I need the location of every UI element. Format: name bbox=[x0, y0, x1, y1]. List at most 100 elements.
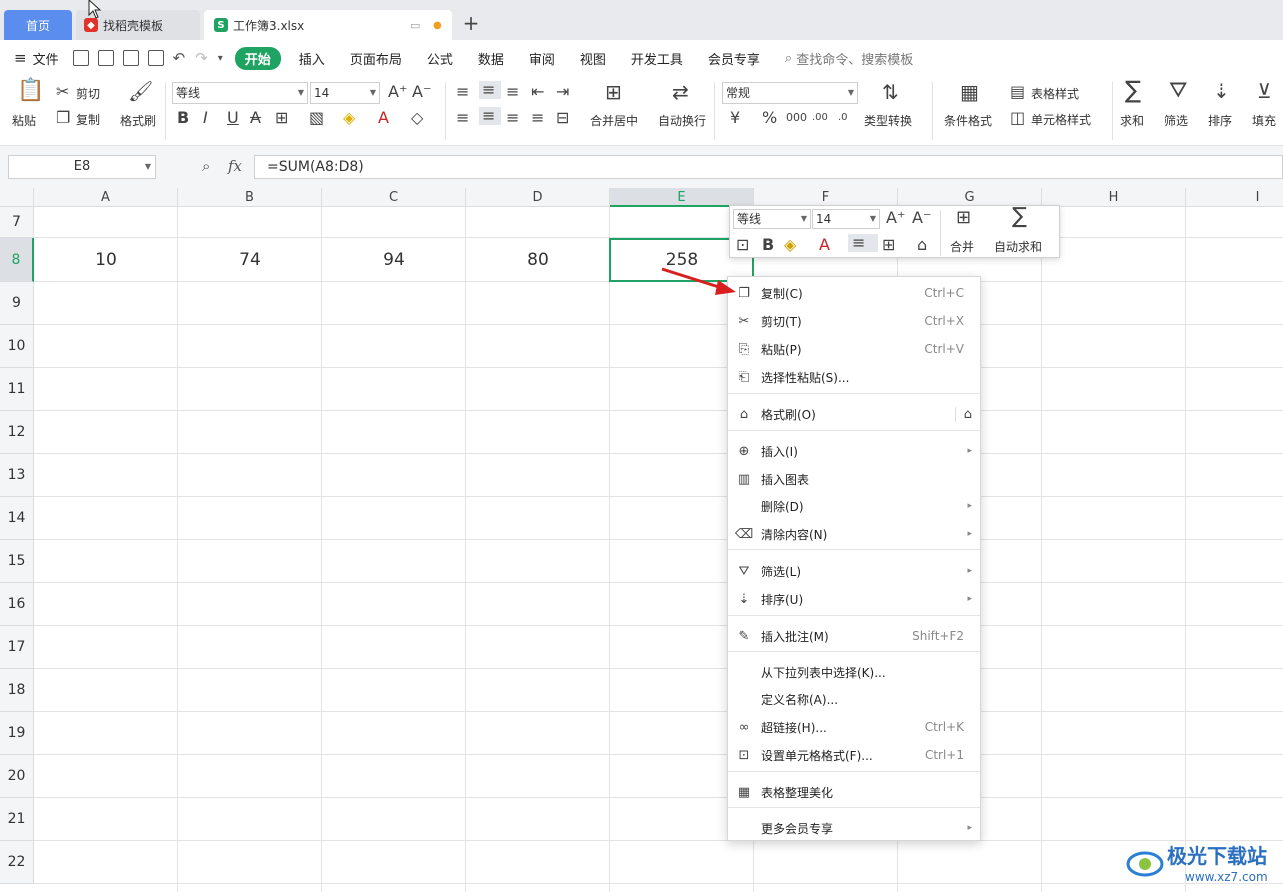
cell-B8[interactable]: 74 bbox=[178, 250, 322, 270]
context-menu-item[interactable]: ⛛ 筛选(L) ▸ bbox=[728, 559, 980, 583]
context-menu-item[interactable]: ❐ 复制(C) Ctrl+C bbox=[728, 281, 980, 305]
mini-format-painter-icon[interactable]: ⌂ bbox=[917, 236, 927, 254]
mini-border-icon[interactable]: ⊞ bbox=[882, 236, 895, 254]
row-header-20[interactable]: 20 bbox=[0, 755, 34, 798]
cell-D8[interactable]: 80 bbox=[466, 250, 610, 270]
menu-start[interactable]: 开始 bbox=[234, 46, 281, 70]
align-left-icon[interactable]: ≡ bbox=[456, 109, 469, 127]
italic-icon[interactable]: I bbox=[203, 109, 208, 127]
fill-pattern-icon[interactable]: ▧ bbox=[309, 109, 324, 127]
cell-A8[interactable]: 10 bbox=[34, 250, 178, 270]
format-painter-icon[interactable]: 🖌 bbox=[128, 81, 153, 101]
context-menu-item[interactable]: ⎘ 粘贴(P) Ctrl+V bbox=[728, 337, 980, 361]
wrap-text-button[interactable]: 自动换行 bbox=[658, 112, 706, 129]
monitor-icon[interactable]: ▭ bbox=[410, 19, 420, 32]
filter-button[interactable]: 筛选 bbox=[1164, 112, 1188, 129]
cell-style-button[interactable]: 单元格样式 bbox=[1031, 111, 1091, 128]
tab-home[interactable]: 首页 bbox=[4, 10, 72, 40]
column-header-D[interactable]: D bbox=[466, 188, 610, 207]
currency-icon[interactable]: ¥ bbox=[730, 109, 740, 127]
context-menu-item[interactable]: ▦ 表格整理美化 bbox=[728, 780, 980, 804]
redo-icon[interactable]: ↷ bbox=[195, 49, 208, 67]
print-icon[interactable] bbox=[122, 50, 139, 66]
formula-input[interactable]: =SUM(A8:D8) bbox=[254, 155, 1283, 179]
row-header-15[interactable]: 15 bbox=[0, 540, 34, 583]
context-menu-item[interactable]: ✎ 插入批注(M) Shift+F2 bbox=[728, 624, 980, 648]
table-style-icon[interactable]: ▤ bbox=[1010, 83, 1025, 101]
sum-button[interactable]: 求和 bbox=[1120, 112, 1144, 129]
cell-style-icon[interactable]: ◫ bbox=[1010, 109, 1025, 127]
mini-merge-icon[interactable]: ⊞ bbox=[956, 209, 971, 227]
border-icon[interactable]: ⊞ bbox=[275, 109, 288, 127]
tab-workbook[interactable]: S 工作簿3.xlsx ▭ ● bbox=[204, 10, 452, 40]
context-menu-item[interactable]: 删除(D) ▸ bbox=[728, 494, 980, 518]
column-header-I[interactable]: I bbox=[1186, 188, 1283, 207]
justify-icon[interactable]: ≡ bbox=[531, 109, 544, 127]
mini-sum-icon[interactable]: ∑ bbox=[1012, 206, 1027, 228]
fx-icon[interactable]: fx bbox=[228, 157, 242, 175]
row-header-18[interactable]: 18 bbox=[0, 669, 34, 712]
mini-wrap-icon[interactable]: ⊡ bbox=[736, 236, 749, 254]
mini-font-grow-icon[interactable]: A⁺ bbox=[886, 209, 905, 227]
name-box[interactable]: E8 ▼ bbox=[8, 155, 156, 179]
thousands-icon[interactable]: 000 bbox=[786, 109, 807, 127]
align-bottom-icon[interactable]: ≡ bbox=[506, 83, 519, 101]
mini-merge-button[interactable]: 合并 bbox=[950, 238, 974, 255]
cut-button[interactable]: 剪切 bbox=[76, 85, 100, 102]
font-name-select[interactable]: 等线 ▼ bbox=[172, 82, 308, 104]
format-painter-button[interactable]: 格式刷 bbox=[120, 112, 156, 129]
quick-access-dropdown-icon[interactable]: ▾ bbox=[218, 53, 223, 64]
type-convert-button[interactable]: 类型转换 bbox=[864, 112, 912, 129]
menu-page-layout[interactable]: 页面布局 bbox=[350, 49, 402, 68]
paste-button[interactable]: 粘贴 bbox=[12, 112, 36, 129]
column-header-H[interactable]: H bbox=[1042, 188, 1186, 207]
row-header-22[interactable]: 22 bbox=[0, 841, 34, 884]
menu-formula[interactable]: 公式 bbox=[427, 49, 453, 68]
wrap-text-icon[interactable]: ⇄ bbox=[672, 82, 689, 102]
mini-font-size-select[interactable]: 14 ▼ bbox=[812, 209, 880, 229]
increase-decimal-icon[interactable]: .00 bbox=[812, 109, 828, 127]
decrease-decimal-icon[interactable]: .0 bbox=[838, 109, 848, 127]
sort-icon[interactable]: ⇣ bbox=[1213, 81, 1230, 101]
row-header-10[interactable]: 10 bbox=[0, 325, 34, 368]
context-menu-item[interactable]: ∞ 超链接(H)... Ctrl+K bbox=[728, 715, 980, 739]
indent-decrease-icon[interactable]: ⇤ bbox=[531, 83, 544, 101]
row-header-11[interactable]: 11 bbox=[0, 368, 34, 411]
underline-icon[interactable]: U bbox=[227, 109, 239, 127]
mini-font-name-select[interactable]: 等线 ▼ bbox=[733, 209, 811, 229]
context-menu-item[interactable]: ▥ 插入图表 bbox=[728, 467, 980, 491]
zoom-icon[interactable]: ⌕ bbox=[202, 157, 210, 175]
row-header-16[interactable]: 16 bbox=[0, 583, 34, 626]
column-header-C[interactable]: C bbox=[322, 188, 466, 207]
export-pdf-icon[interactable] bbox=[97, 50, 114, 66]
menu-member[interactable]: 会员专享 bbox=[708, 49, 760, 68]
format-painter-lock-icon[interactable]: ⌂ bbox=[954, 406, 972, 422]
new-tab-button[interactable]: + bbox=[458, 8, 484, 38]
fill-button[interactable]: 填充 bbox=[1252, 112, 1276, 129]
undo-icon[interactable]: ↶ bbox=[173, 49, 186, 67]
column-header-A[interactable]: A bbox=[34, 188, 178, 207]
percent-icon[interactable]: % bbox=[762, 109, 777, 127]
indent-increase-icon[interactable]: ⇥ bbox=[556, 83, 569, 101]
menu-insert[interactable]: 插入 bbox=[299, 49, 325, 68]
mini-font-color-icon[interactable]: A bbox=[819, 236, 830, 254]
paste-icon[interactable]: 📋 bbox=[17, 80, 44, 102]
select-all-corner[interactable] bbox=[0, 188, 34, 207]
hamburger-icon[interactable]: ≡ bbox=[14, 49, 27, 67]
copy-icon[interactable]: ❐ bbox=[56, 109, 70, 127]
align-center-icon[interactable]: ≡ bbox=[479, 107, 501, 125]
strikethrough-icon[interactable]: A bbox=[250, 109, 261, 127]
context-menu-item[interactable]: ⌂ 格式刷(O) ⌂ bbox=[728, 402, 980, 426]
mini-align-center-icon[interactable]: ≡ bbox=[848, 234, 878, 252]
row-header-14[interactable]: 14 bbox=[0, 497, 34, 540]
sort-button[interactable]: 排序 bbox=[1208, 112, 1232, 129]
menu-view[interactable]: 视图 bbox=[580, 49, 606, 68]
clear-format-icon[interactable]: ◇ bbox=[411, 109, 423, 127]
print-preview-icon[interactable] bbox=[147, 50, 164, 66]
menu-developer[interactable]: 开发工具 bbox=[631, 49, 683, 68]
command-search[interactable]: ⌕ 查找命令、搜索模板 bbox=[785, 49, 913, 68]
context-menu-item[interactable]: 从下拉列表中选择(K)... bbox=[728, 660, 980, 684]
filter-icon[interactable]: ⛛ bbox=[1169, 80, 1187, 102]
row-header-8[interactable]: 8 bbox=[0, 238, 34, 282]
row-header-9[interactable]: 9 bbox=[0, 282, 34, 325]
